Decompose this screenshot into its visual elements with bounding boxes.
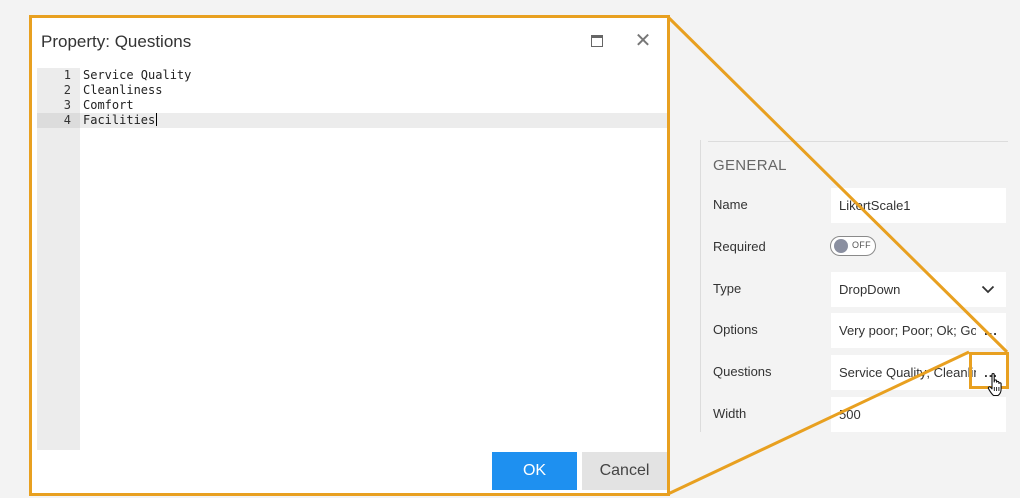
name-field[interactable]: LikertScale1	[831, 188, 1006, 223]
text-caret	[156, 113, 158, 126]
close-icon[interactable]: ✕	[630, 30, 656, 52]
line-text: Facilities	[83, 113, 156, 127]
chevron-down-icon[interactable]	[970, 285, 1006, 294]
name-label: Name	[713, 197, 748, 212]
width-label: Width	[713, 406, 747, 421]
line-number: 4	[37, 113, 80, 128]
section-title: GENERAL	[713, 157, 787, 174]
line-text: Cleanliness	[83, 83, 163, 97]
questions-label: Questions	[713, 364, 772, 379]
required-toggle[interactable]: OFF	[830, 236, 876, 256]
property-dialog: Property: Questions ✕ 1 Service Quality …	[29, 15, 670, 496]
cancel-button[interactable]: Cancel	[582, 452, 667, 490]
toggle-state-text: OFF	[852, 240, 871, 250]
options-edit-button[interactable]: ...	[976, 313, 1006, 348]
hand-cursor-icon	[987, 373, 1002, 397]
line-text: Service Quality	[83, 68, 192, 82]
options-value: Very poor; Poor; Ok; Good; Very good	[839, 323, 976, 338]
required-label: Required	[713, 239, 766, 254]
line-text-active: Facilities	[83, 113, 158, 128]
options-field[interactable]: Very poor; Poor; Ok; Good; Very good ...	[831, 313, 1006, 348]
ok-button[interactable]: OK	[492, 452, 577, 490]
editor-line[interactable]: 1 Service Quality	[37, 68, 667, 83]
name-value: LikertScale1	[839, 198, 911, 213]
dialog-title: Property: Questions	[41, 32, 192, 51]
editor-line[interactable]: 3 Comfort	[37, 98, 667, 113]
editor-line[interactable]: 2 Cleanliness	[37, 83, 667, 98]
code-editor[interactable]: 1 Service Quality 2 Cleanliness 3 Comfor…	[37, 68, 667, 450]
questions-value: Service Quality; Cleanliness; Comfort; F…	[839, 365, 976, 380]
options-label: Options	[713, 322, 758, 337]
type-label: Type	[713, 281, 742, 296]
maximize-icon[interactable]	[584, 30, 610, 52]
width-value: 500	[839, 407, 861, 422]
line-text: Comfort	[83, 98, 134, 112]
type-select[interactable]: DropDown	[831, 272, 1006, 307]
toggle-knob	[834, 239, 848, 253]
line-number: 1	[63, 68, 71, 82]
width-field[interactable]: 500	[831, 397, 1006, 432]
panel-divider	[708, 141, 1008, 142]
type-value: DropDown	[839, 282, 901, 297]
line-number: 3	[63, 98, 71, 112]
line-number: 2	[63, 83, 71, 97]
editor-line-active[interactable]: 4 Facilities	[37, 113, 667, 128]
